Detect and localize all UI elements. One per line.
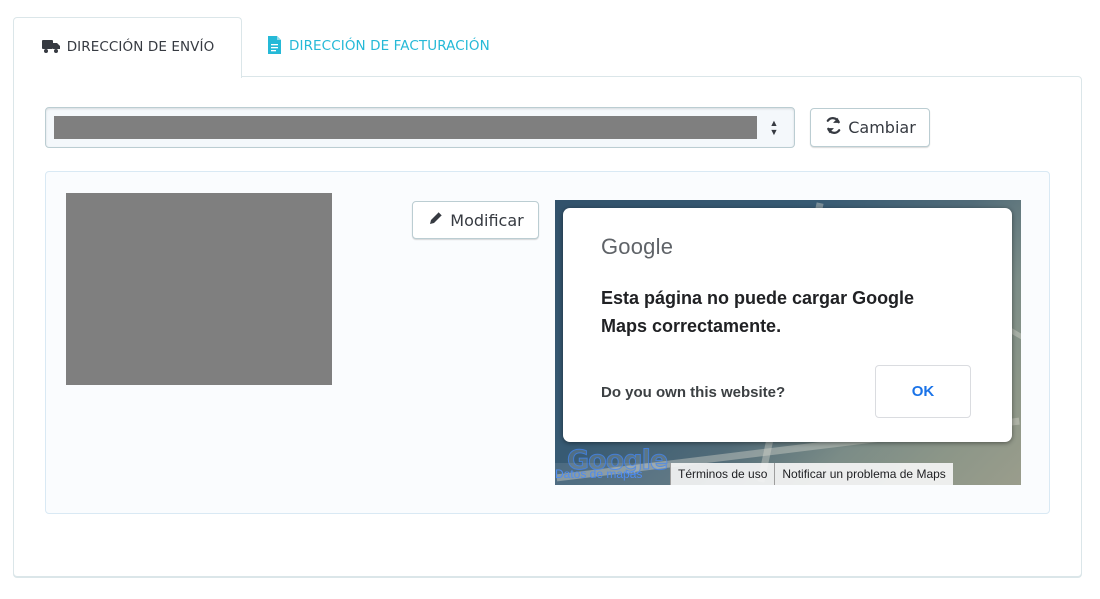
change-address-label: Cambiar [848,118,916,137]
address-tabs: DIRECCIÓN DE ENVÍO DIRECCIÓN DE FACTURAC… [13,17,1082,78]
tab-billing-address[interactable]: DIRECCIÓN DE FACTURACIÓN [266,17,490,77]
select-arrows-icon: ▲ ▼ [769,118,779,137]
tab-shipping-label: DIRECCIÓN DE ENVÍO [66,38,215,55]
edit-address-label: Modificar [450,210,524,230]
edit-address-button[interactable]: Modificar [412,201,539,239]
document-icon [266,35,283,59]
change-address-button[interactable]: Cambiar [810,108,930,147]
maps-ok-button[interactable]: OK [875,365,971,418]
report-map-problem-link[interactable]: Notificar un problema de Maps [774,463,953,485]
maps-error-dialog: Google Esta página no puede cargar Googl… [563,208,1012,442]
refresh-icon [824,116,843,139]
website-owner-question: Do you own this website? [601,384,786,401]
pencil-icon [427,209,445,231]
terms-link[interactable]: Términos de uso [670,463,775,485]
truck-icon [41,38,61,58]
google-map-watermark: Google [566,445,668,476]
maps-error-message: Esta página no puede cargar Google Maps … [601,288,915,336]
tab-shipping-address[interactable]: DIRECCIÓN DE ENVÍO [13,17,242,78]
redacted-address-details [66,193,332,385]
google-brand: Google [601,234,674,259]
tab-billing-label: DIRECCIÓN DE FACTURACIÓN [289,38,490,55]
address-select[interactable]: ▲ ▼ [45,107,795,148]
redacted-address-selection [54,116,757,139]
